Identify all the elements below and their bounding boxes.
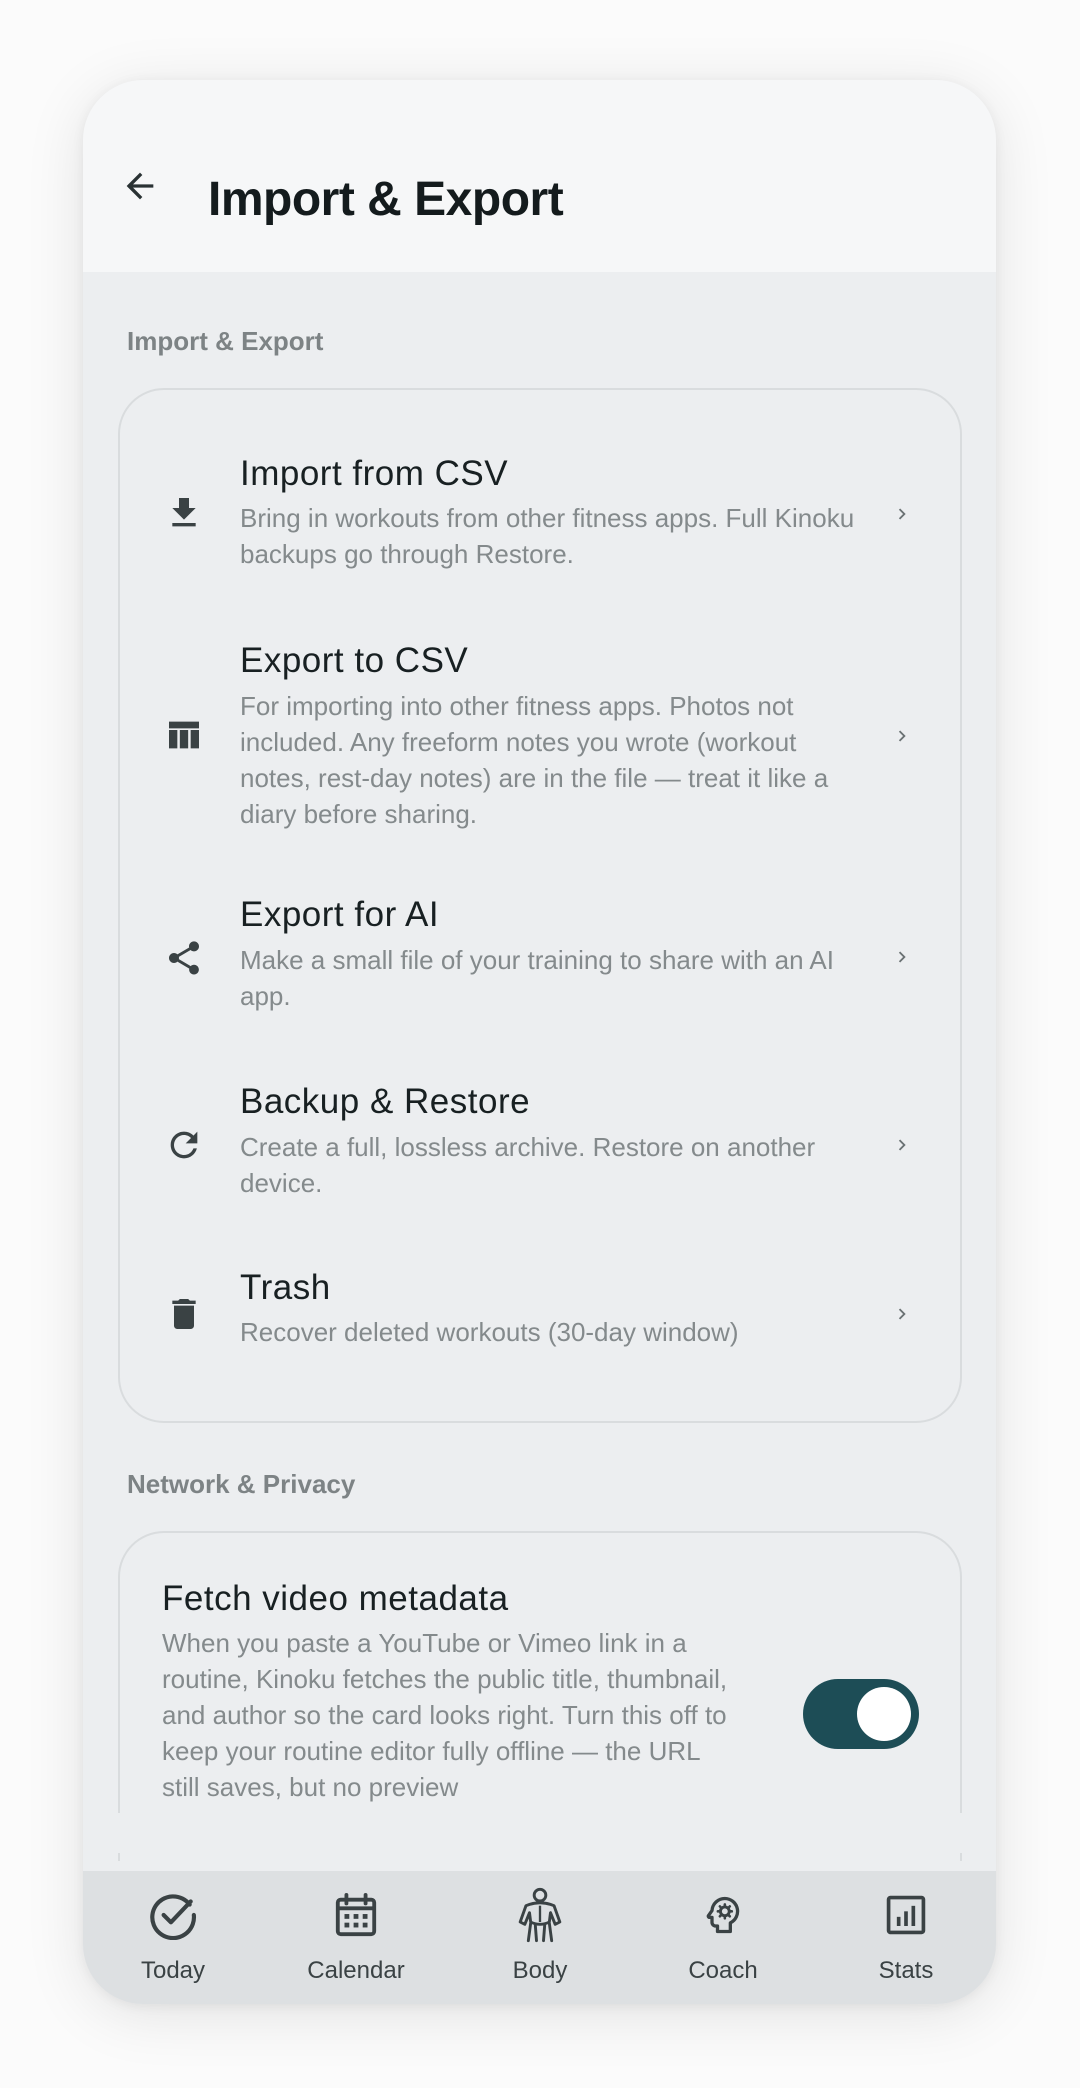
nav-tab-coach[interactable]: Coach — [648, 1871, 798, 2004]
row-description: Create a full, lossless archive. Restore… — [240, 1132, 816, 1198]
section-label-network-privacy: Network & Privacy — [127, 1469, 356, 1499]
check-circle-icon — [145, 1887, 201, 1943]
chevron-right-icon — [890, 721, 914, 751]
row-export-csv[interactable]: Export to CSV For importing into other f… — [120, 578, 960, 836]
body-icon — [512, 1887, 568, 1943]
chevron-right-icon — [890, 1299, 914, 1329]
nav-label: Coach — [688, 1957, 758, 1984]
page-title: Import & Export — [208, 173, 564, 226]
fetch-metadata-title: Fetch video metadata — [162, 1579, 509, 1618]
stats-icon — [878, 1887, 934, 1943]
row-title: Export for AI — [240, 895, 440, 934]
nav-label: Calendar — [307, 1957, 405, 1984]
row-trash[interactable]: Trash Recover deleted workouts (30-day w… — [120, 1212, 960, 1422]
row-description: Recover deleted workouts (30-day window) — [240, 1317, 739, 1347]
content-scroll-edge — [83, 1813, 996, 1853]
fetch-metadata-description: When you paste a YouTube or Vimeo link i… — [162, 1628, 728, 1802]
fetch-metadata-toggle[interactable] — [803, 1679, 919, 1749]
calendar-icon — [328, 1887, 384, 1943]
nav-tab-stats[interactable]: Stats — [831, 1871, 981, 2004]
app-bar: Import & Export — [83, 80, 996, 272]
phone-screen: Import & Export Import & Export Import f… — [83, 80, 996, 2004]
row-description: For importing into other fitness apps. P… — [240, 691, 829, 829]
share-icon — [164, 938, 204, 978]
chevron-right-icon — [890, 499, 914, 529]
nav-tab-calendar[interactable]: Calendar — [281, 1871, 431, 2004]
bottom-navigation: Today Calendar Body Coach Stats — [83, 1871, 996, 2004]
refresh-icon — [164, 1125, 204, 1165]
nav-label: Stats — [878, 1957, 934, 1984]
download-icon — [164, 493, 204, 533]
row-title: Export to CSV — [240, 641, 469, 680]
row-description: Bring in workouts from other fitness app… — [240, 503, 855, 569]
trash-icon — [164, 1294, 204, 1334]
nav-label: Today — [140, 1957, 206, 1984]
row-title: Import from CSV — [240, 454, 509, 493]
row-import-csv[interactable]: Import from CSV Bring in workouts from o… — [120, 390, 960, 578]
toggle-knob — [857, 1687, 911, 1741]
nav-tab-today[interactable]: Today — [98, 1871, 248, 2004]
nav-tab-body[interactable]: Body — [465, 1871, 615, 2004]
chevron-right-icon — [890, 942, 914, 972]
table-icon — [164, 715, 204, 755]
row-title: Backup & Restore — [240, 1082, 531, 1121]
arrow-back-icon[interactable] — [117, 163, 163, 209]
import-export-card: Import from CSV Bring in workouts from o… — [118, 388, 962, 1423]
nav-label: Body — [512, 1957, 568, 1984]
section-label-import-export: Import & Export — [127, 326, 324, 356]
row-title: Trash — [240, 1268, 331, 1307]
chevron-right-icon — [890, 1130, 914, 1160]
coach-icon — [695, 1887, 751, 1943]
row-export-ai[interactable]: Export for AI Make a small file of your … — [120, 836, 960, 1024]
row-description: Make a small file of your training to sh… — [240, 945, 834, 1011]
row-backup-restore[interactable]: Backup & Restore Create a full, lossless… — [120, 1024, 960, 1212]
privacy-card: Fetch video metadata When you paste a Yo… — [118, 1531, 962, 1861]
